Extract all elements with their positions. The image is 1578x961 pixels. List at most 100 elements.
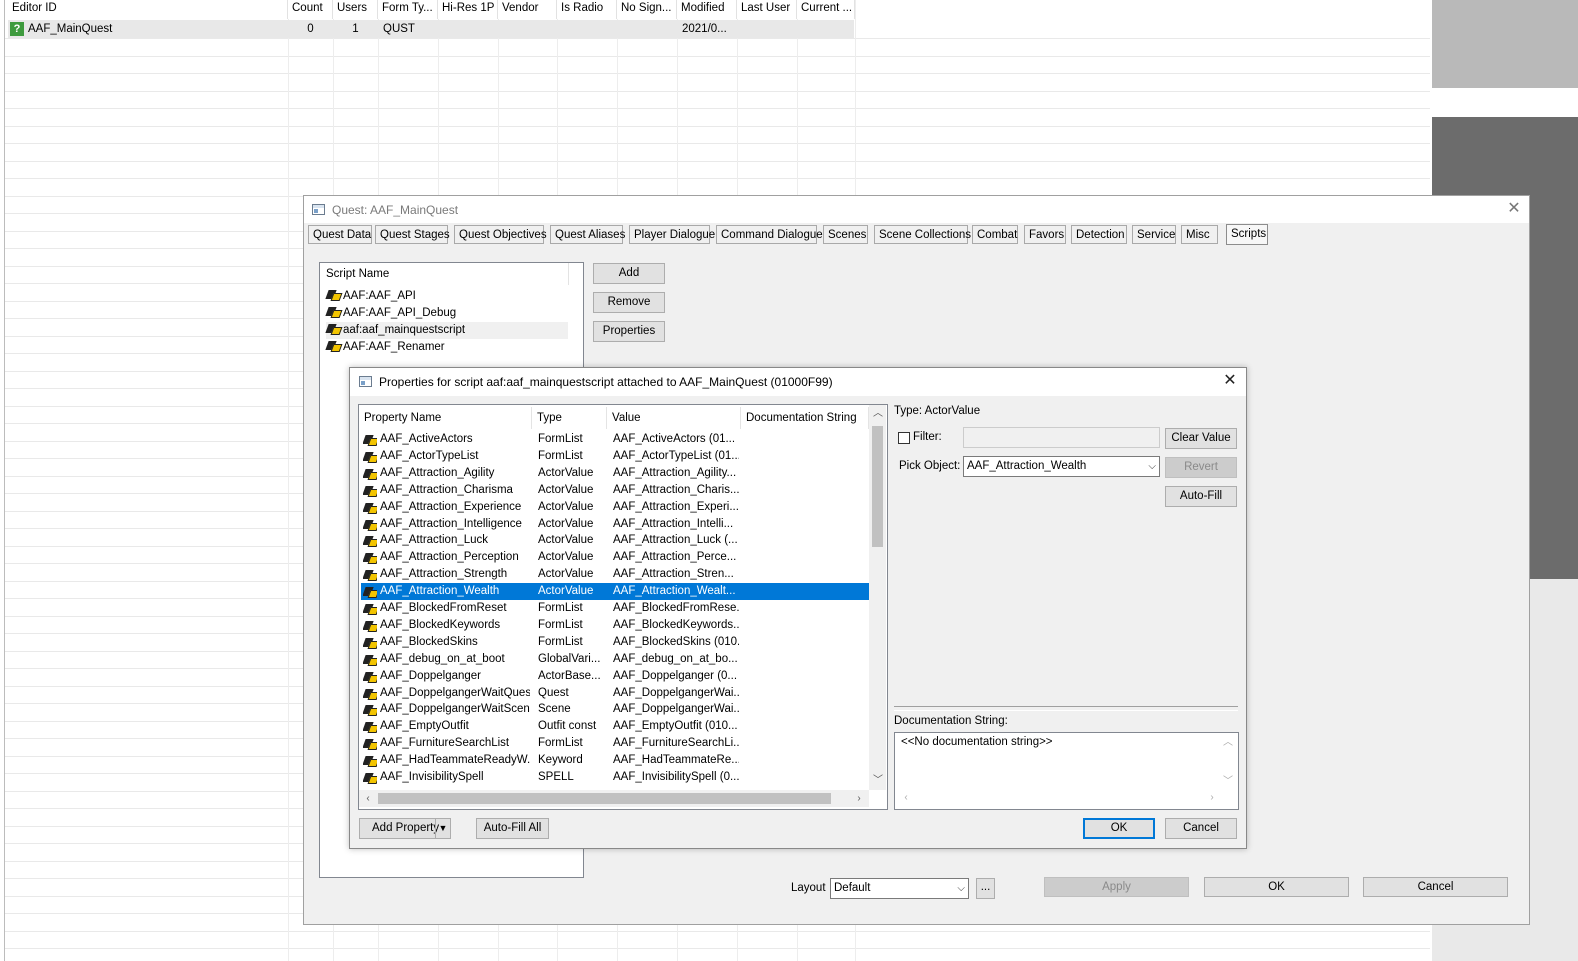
tab-command-dialogue[interactable]: Command Dialogue [716,225,823,244]
column-header-no-sign[interactable]: No Sign... [617,0,677,19]
column-header-value[interactable]: Value [607,407,741,429]
tab-quest-data[interactable]: Quest Data [308,225,372,244]
table-row[interactable]: AAF_ActorTypeList FormList AAF_ActorTypeLi… [361,448,869,465]
table-row[interactable]: AAF_BlockedFromReset FormList AAF_BlockedF… [361,600,869,617]
table-row[interactable]: AAF_DoppelgangerWaitScene Scene AAF_Doppel… [361,701,869,718]
vertical-scrollbar[interactable]: ︿ ﹀ [869,405,886,790]
layout-options-button[interactable]: ... [976,878,995,899]
table-row[interactable]: AAF_Attraction_Strength ActorValue AAF_Att… [361,566,869,583]
tab-scene-collections[interactable]: Scene Collections [874,225,971,244]
table-row[interactable]: AAF_Attraction_Luck ActorValue AAF_Attract… [361,532,869,549]
table-row[interactable]: AAF_DoppelgangerWaitQuest Quest AAF_Doppel… [361,685,869,702]
auto-fill-all-button[interactable]: Auto-Fill All [476,818,549,839]
row-modified: 2021/0... [682,23,727,35]
property-type-cell: FormList [538,449,583,462]
table-row[interactable]: AAF_Attraction_Wealth ActorValue AAF_Attra… [361,583,869,601]
table-row[interactable]: AAF_Doppelganger ActorBase... AAF_Doppelga… [361,668,869,685]
pick-object-select[interactable]: AAF_Attraction_Wealth ⌵ [963,456,1160,477]
column-header-current[interactable]: Current ... [797,0,855,19]
documentation-textbox[interactable]: <<No documentation string>> ︿ ﹀ ‹ › [894,732,1239,810]
tab-favors[interactable]: Favors [1024,225,1066,244]
layout-select[interactable]: Default ⌵ [830,878,969,899]
scroll-down-icon[interactable]: ﹀ [1221,775,1235,789]
column-header-documentation[interactable]: Documentation String [741,407,869,429]
filter-input[interactable] [963,427,1160,448]
table-row[interactable]: AAF_ActiveActors FormList AAF_ActiveActors… [361,431,869,448]
column-header-last-user[interactable]: Last User [737,0,797,19]
property-type-cell: Quest [538,686,569,699]
tab-quest-objectives[interactable]: Quest Objectives [454,225,547,244]
properties-dialog-titlebar[interactable]: Properties for script aaf:aaf_mainquests… [350,368,1246,396]
table-row[interactable]: AAF_debug_on_at_boot GlobalVari... AAF_deb… [361,651,869,668]
scroll-up-icon[interactable]: ︿ [871,407,885,421]
table-row[interactable]: AAF_Attraction_Intelligence ActorValue AAF… [361,516,869,533]
list-item[interactable]: AAF:AAF_API [326,288,568,305]
properties-ok-button[interactable]: OK [1083,818,1155,839]
scroll-left-icon[interactable]: ‹ [361,792,375,806]
tab-combat[interactable]: Combat [972,225,1018,244]
table-row[interactable]: AAF_Attraction_Agility ActorValue AAF_Attr… [361,465,869,482]
auto-fill-button[interactable]: Auto-Fill [1165,486,1237,507]
column-header-form-type[interactable]: Form Ty... [378,0,438,19]
remove-script-button[interactable]: Remove [593,292,665,313]
apply-button[interactable]: Apply [1044,877,1189,897]
list-item[interactable]: AAF:AAF_Renamer [326,339,568,356]
table-row[interactable]: AAF_Attraction_Charisma ActorValue AAF_Att… [361,482,869,499]
close-icon[interactable]: ✕ [1506,201,1522,217]
filter-checkbox[interactable] [898,432,910,444]
table-row[interactable]: AAF_BlockedKeywords FormList AAF_BlockedKe… [361,617,869,634]
add-property-button[interactable]: Add Property ▼ [359,818,451,839]
property-name-cell: AAF_BlockedSkins [380,635,478,648]
scroll-right-icon[interactable]: › [1205,791,1219,805]
scroll-up-icon[interactable]: ︿ [1221,736,1235,750]
column-header-editor-id[interactable]: Editor ID [8,0,288,19]
table-row[interactable]: AAF_BlockedSkins FormList AAF_BlockedSkins… [361,634,869,651]
property-list[interactable]: Property Name Type Value Documentation S… [358,404,888,810]
scroll-right-icon[interactable]: › [852,792,866,806]
dropdown-arrow-icon[interactable]: ▼ [435,819,450,838]
script-icon [326,305,340,318]
tab-detection[interactable]: Detection [1071,225,1127,244]
table-row[interactable]: AAF_EmptyOutfit Outfit const AAF_EmptyOutf… [361,718,869,735]
column-header-is-radio[interactable]: Is Radio [557,0,617,19]
quest-ok-button[interactable]: OK [1204,877,1349,897]
table-row[interactable]: AAF_Attraction_Experience ActorValue AAF_A… [361,499,869,516]
scroll-left-icon[interactable]: ‹ [899,791,913,805]
revert-button[interactable]: Revert [1165,457,1237,478]
property-value-cell: AAF_BlockedFromRese... [613,602,739,614]
property-value-cell: AAF_DoppelgangerWai... [613,703,739,716]
quest-cancel-button[interactable]: Cancel [1363,877,1508,897]
horizontal-scrollbar[interactable]: ‹ › [359,790,869,807]
tab-player-dialogue[interactable]: Player Dialogue [629,225,715,244]
scrollbar-thumb[interactable] [872,426,883,547]
table-row[interactable]: AAF_InvisibilitySpell SPELL AAF_Invisibili… [361,769,869,786]
list-item[interactable]: aaf:aaf_mainquestscript [326,322,568,339]
script-name-header[interactable]: Script Name [320,263,569,285]
column-header-count[interactable]: Count [288,0,333,19]
close-icon[interactable]: ✕ [1222,373,1238,389]
column-header-vendor[interactable]: Vendor [498,0,557,19]
tab-quest-aliases[interactable]: Quest Aliases [550,225,625,244]
column-header-type[interactable]: Type [532,407,607,429]
column-header-modified[interactable]: Modified [677,0,737,19]
tab-misc[interactable]: Misc [1181,225,1218,244]
tab-quest-stages[interactable]: Quest Stages [375,225,450,244]
hscrollbar-thumb[interactable] [378,793,831,804]
table-row[interactable]: AAF_HadTeammateReadyW... Keyword AAF_HadTe… [361,752,869,769]
scroll-down-icon[interactable]: ﹀ [871,774,885,788]
column-header-hi-res[interactable]: Hi-Res 1P [438,0,498,19]
column-header-users[interactable]: Users [333,0,378,19]
properties-cancel-button[interactable]: Cancel [1165,818,1237,839]
table-row[interactable]: AAF_FurnitureSearchList FormList AAF_Furni… [361,735,869,752]
column-header-property-name[interactable]: Property Name [359,407,532,429]
clear-value-button[interactable]: Clear Value [1165,428,1237,449]
list-item[interactable]: AAF:AAF_API_Debug [326,305,568,322]
add-script-button[interactable]: Add [593,263,665,284]
quest-window-titlebar[interactable]: Quest: AAF_MainQuest ✕ [304,196,1529,223]
tab-service[interactable]: Service [1132,225,1176,244]
properties-button[interactable]: Properties [593,321,665,342]
tab-scenes[interactable]: Scenes [823,225,868,244]
tab-scripts[interactable]: Scripts [1226,224,1268,245]
property-type-cell: ActorValue [538,500,594,513]
table-row[interactable]: AAF_Attraction_Perception ActorValue AAF_A… [361,549,869,566]
